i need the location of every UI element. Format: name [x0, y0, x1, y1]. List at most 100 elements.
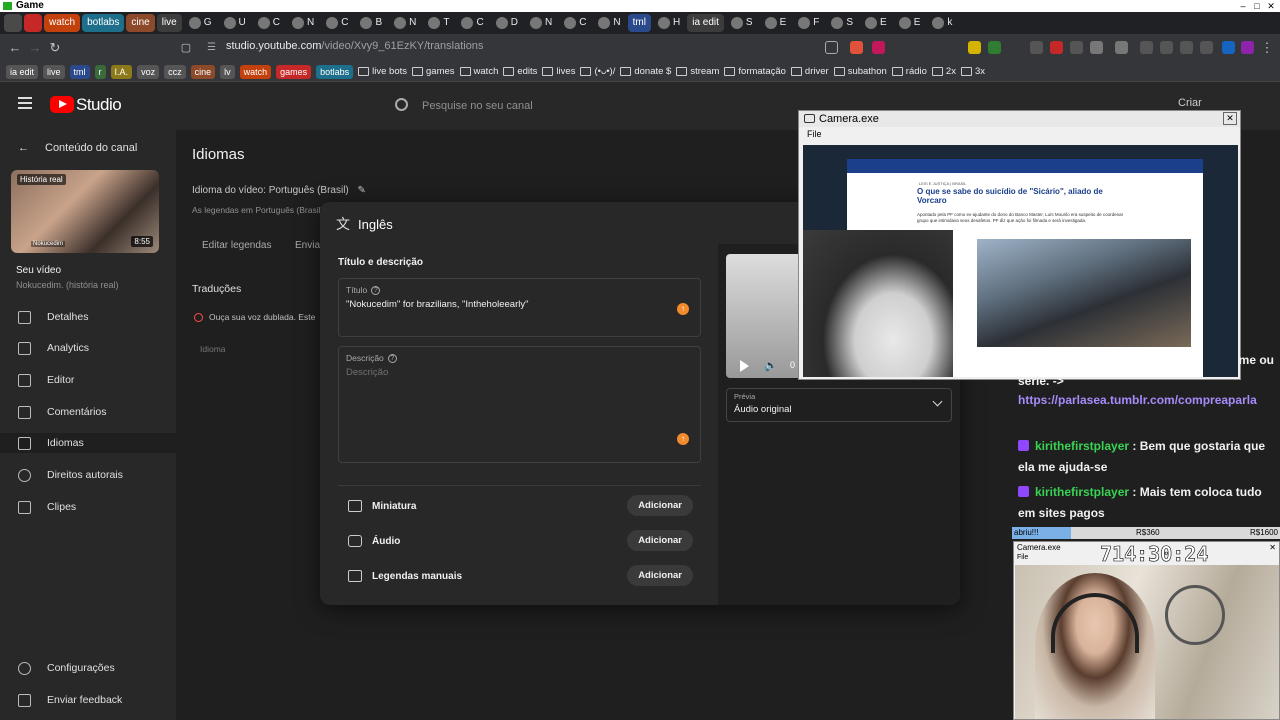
- hamburger-menu-icon[interactable]: [18, 97, 32, 109]
- reload-icon[interactable]: ↻: [44, 37, 66, 59]
- sidebar-icon[interactable]: [1160, 41, 1173, 54]
- sidebar-item-languages[interactable]: Idiomas: [0, 433, 176, 453]
- bookmark-folder[interactable]: formatação: [724, 66, 786, 77]
- bookmark-folder[interactable]: donate $: [620, 66, 671, 77]
- upload-indicator-icon[interactable]: ↑: [677, 433, 689, 445]
- sidebar-item-feedback[interactable]: Enviar feedback: [18, 690, 122, 710]
- sidebar-item-details[interactable]: Detalhes: [18, 307, 88, 327]
- bookmark-folder[interactable]: 3x: [960, 66, 985, 77]
- description-input[interactable]: Descrição: [346, 367, 388, 378]
- sidebar-item-settings[interactable]: Configurações: [18, 658, 115, 678]
- bookmark-folder[interactable]: edits: [503, 66, 537, 77]
- extension-icon[interactable]: [1050, 41, 1063, 54]
- browser-tab[interactable]: C: [253, 14, 285, 32]
- bookmark-chip[interactable]: tml: [69, 64, 90, 79]
- browser-tab[interactable]: N: [525, 14, 557, 32]
- menu-icon[interactable]: ⋮: [1256, 37, 1278, 59]
- browser-tab[interactable]: C: [321, 14, 353, 32]
- bookmark-chip[interactable]: I.A.: [110, 64, 133, 79]
- create-button[interactable]: Criar: [1178, 97, 1202, 109]
- browser-tab[interactable]: cine: [126, 14, 155, 32]
- bookmark-folder[interactable]: (•ᴗ•)/: [580, 66, 615, 77]
- wallet-icon[interactable]: [1180, 41, 1193, 54]
- camera-window-title-bar[interactable]: Camera.exe: [799, 111, 1240, 127]
- pencil-icon[interactable]: ✎: [358, 185, 366, 196]
- url-field[interactable]: studio.youtube.com/video/Xvy9_61EzKY/tra…: [226, 40, 483, 52]
- extension-icon[interactable]: [1115, 41, 1128, 54]
- video-thumbnail[interactable]: História real Nokucedim 8:55: [11, 170, 159, 253]
- bookmark-chip[interactable]: lv: [220, 64, 235, 79]
- browser-tab[interactable]: N: [593, 14, 625, 32]
- browser-tab[interactable]: C: [559, 14, 591, 32]
- browser-tab[interactable]: S: [826, 14, 858, 32]
- browser-tab[interactable]: N: [287, 14, 319, 32]
- bookmark-folder[interactable]: lives: [542, 66, 575, 77]
- video-preview[interactable]: 🔈 0: [726, 254, 806, 378]
- close-icon[interactable]: ✕: [1223, 112, 1237, 125]
- browser-tab[interactable]: B: [355, 14, 387, 32]
- window-close-button[interactable]: ✕: [1264, 0, 1278, 12]
- description-field[interactable]: Descrição? Descrição ↑: [338, 346, 701, 463]
- bookmark-chip[interactable]: cine: [190, 64, 216, 79]
- forward-arrow-icon[interactable]: →: [24, 37, 46, 59]
- minimize-button[interactable]: –: [1236, 0, 1250, 12]
- brave-shield-icon[interactable]: [850, 41, 863, 54]
- bookmark-folder[interactable]: 2x: [931, 66, 956, 77]
- browser-tab[interactable]: U: [219, 14, 251, 32]
- extension-icon[interactable]: [1070, 41, 1083, 54]
- camera-window-title[interactable]: Camera.exe: [1017, 543, 1061, 552]
- sidebar-item-copyright[interactable]: Direitos autorais: [18, 465, 123, 485]
- bookmark-chip[interactable]: r: [94, 64, 106, 79]
- add-subtitles-button[interactable]: Adicionar: [627, 565, 693, 586]
- sidebar-item-analytics[interactable]: Analytics: [18, 338, 89, 358]
- browser-tab[interactable]: H: [653, 14, 685, 32]
- extension-icon[interactable]: [968, 41, 981, 54]
- bookmark-folder[interactable]: games: [412, 66, 455, 77]
- sidebar-item-editor[interactable]: Editor: [18, 370, 74, 390]
- bookmark-chip[interactable]: botlabs: [316, 64, 354, 79]
- file-menu[interactable]: File: [1017, 554, 1028, 561]
- sidebar-item-clips[interactable]: Clipes: [18, 497, 76, 517]
- bookmark-chip[interactable]: voz: [137, 64, 160, 79]
- browser-tab[interactable]: E: [894, 14, 926, 32]
- leo-icon[interactable]: [1241, 41, 1254, 54]
- file-menu[interactable]: File: [807, 129, 822, 139]
- browser-tab[interactable]: G: [184, 14, 217, 32]
- bookmark-folder[interactable]: watch: [459, 66, 498, 77]
- browser-tab[interactable]: E: [860, 14, 892, 32]
- youtube-logo[interactable]: [50, 96, 74, 113]
- search-icon[interactable]: [395, 98, 408, 111]
- add-thumbnail-button[interactable]: Adicionar: [627, 495, 693, 516]
- bookmark-icon[interactable]: ▢: [175, 37, 197, 59]
- browser-tab[interactable]: N: [389, 14, 421, 32]
- browser-tab[interactable]: botlabs: [82, 14, 125, 32]
- share-icon[interactable]: [825, 41, 838, 54]
- maximize-button[interactable]: □: [1250, 0, 1264, 12]
- preview-audio-select[interactable]: Prévia Áudio original: [726, 388, 952, 422]
- extension-icon[interactable]: [988, 41, 1001, 54]
- browser-tab[interactable]: F: [793, 14, 824, 32]
- music-icon[interactable]: [1140, 41, 1153, 54]
- back-arrow-icon[interactable]: ←: [4, 37, 26, 59]
- browser-tab[interactable]: S: [726, 14, 758, 32]
- upload-indicator-icon[interactable]: ↑: [677, 303, 689, 315]
- bookmark-chip[interactable]: live: [43, 64, 65, 79]
- add-audio-button[interactable]: Adicionar: [627, 530, 693, 551]
- browser-tab[interactable]: E: [760, 14, 792, 32]
- help-icon[interactable]: ?: [387, 353, 397, 363]
- browser-tab[interactable]: tml: [627, 14, 651, 32]
- close-icon[interactable]: ✕: [1269, 543, 1276, 552]
- vpn-icon[interactable]: [1222, 41, 1235, 54]
- bookmark-chip[interactable]: games: [276, 64, 312, 79]
- volume-icon[interactable]: 🔈: [764, 359, 778, 372]
- browser-tab[interactable]: [24, 14, 42, 32]
- browser-tab[interactable]: T: [423, 14, 454, 32]
- back-to-content-link[interactable]: ← Conteúdo do canal: [18, 142, 137, 154]
- chat-link[interactable]: https://parlasea.tumblr.com/compreaparla: [1018, 390, 1276, 411]
- extension-icon[interactable]: [1090, 41, 1103, 54]
- bookmark-chip[interactable]: watch: [239, 64, 272, 79]
- download-icon[interactable]: [1200, 41, 1213, 54]
- play-icon[interactable]: [740, 360, 749, 372]
- bookmark-chip[interactable]: ccz: [164, 64, 186, 79]
- extension-icon[interactable]: [1030, 41, 1043, 54]
